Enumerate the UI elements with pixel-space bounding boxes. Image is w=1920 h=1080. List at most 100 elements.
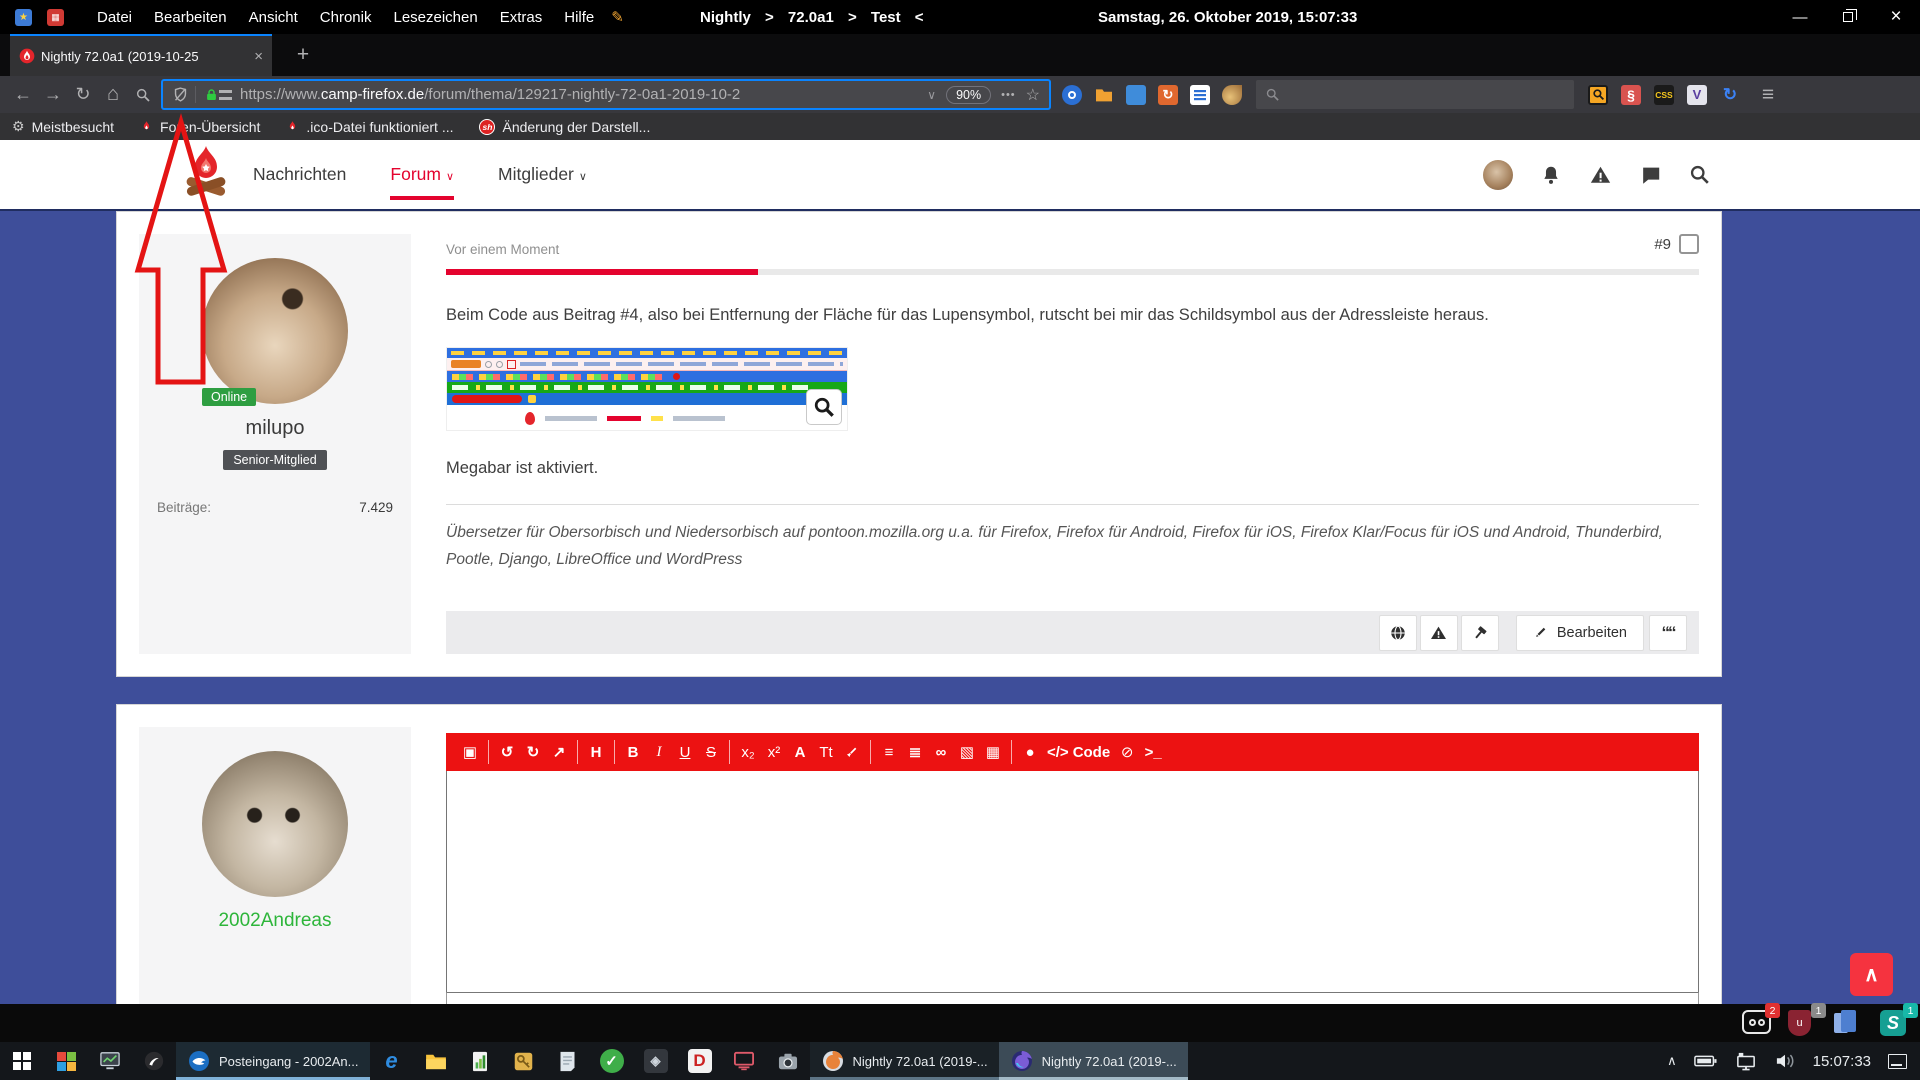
shield-tray-icon[interactable]: u 1 [1788, 1010, 1818, 1036]
minimize-button[interactable]: — [1776, 0, 1824, 34]
taskbar-firefox-window1[interactable]: Nightly 72.0a1 (2019-... [810, 1042, 999, 1080]
extension-files-icon[interactable] [1126, 85, 1146, 105]
share-globe-button[interactable] [1379, 615, 1417, 651]
editor-textcolor-icon[interactable]: A [788, 744, 812, 761]
editor-source-icon[interactable]: ▣ [458, 743, 482, 761]
app-grid-icon[interactable] [44, 1042, 88, 1080]
user-avatar[interactable] [1483, 160, 1513, 190]
addon-css-icon[interactable]: CSS [1654, 85, 1674, 105]
editor-underline-icon[interactable]: U [673, 744, 697, 761]
editor-code-glyph[interactable]: </> [1044, 744, 1069, 761]
menu-item[interactable]: Hilfe [553, 9, 605, 26]
bookmark-aenderung[interactable]: sh Änderung der Darstell... [479, 119, 650, 135]
clock[interactable]: 15:07:33 [1813, 1053, 1871, 1070]
notifications-bell-icon[interactable] [1540, 164, 1562, 186]
extension-sync-icon[interactable]: ↻ [1158, 85, 1178, 105]
post-timestamp[interactable]: Vor einem Moment [446, 234, 559, 257]
bookmark-foren-uebersicht[interactable]: Foren-Übersicht [140, 119, 260, 135]
editor-italic-icon[interactable]: I [647, 744, 671, 761]
back-button[interactable]: ← [8, 80, 38, 110]
tracking-protection-shield-icon[interactable] [172, 86, 189, 103]
search-field[interactable] [1256, 80, 1574, 109]
page-actions-icon[interactable]: ••• [1001, 89, 1016, 101]
forward-button[interactable]: → [38, 80, 68, 110]
containers-tray-icon[interactable]: 2 [1742, 1010, 1772, 1036]
editor-fontsize-icon[interactable]: Tt [814, 744, 838, 761]
nav-mitglieder[interactable]: Mitglieder∨ [498, 164, 587, 185]
zoom-level-indicator[interactable]: 90% [946, 86, 991, 104]
extension-folder-icon[interactable] [1094, 85, 1114, 105]
menu-item[interactable]: Lesezeichen [382, 9, 488, 26]
nav-nachrichten[interactable]: Nachrichten [253, 164, 346, 185]
tab-nightly[interactable]: Nightly 72.0a1 (2019-10-25 × [10, 34, 272, 76]
letter-d-app-icon[interactable]: D [678, 1042, 722, 1080]
pages-tray-icon[interactable] [1834, 1010, 1864, 1036]
editor-table-icon[interactable]: ▦ [981, 743, 1005, 761]
editor-heading-icon[interactable]: H [584, 744, 608, 761]
editor-undo-icon[interactable]: ↺ [495, 743, 519, 761]
addon-script-icon[interactable]: § [1621, 85, 1641, 105]
editor-strikethrough-icon[interactable]: S [699, 744, 723, 761]
volume-icon[interactable] [1774, 1052, 1796, 1070]
editor-comment-icon[interactable]: ● [1018, 744, 1042, 761]
network-icon[interactable] [1735, 1052, 1757, 1071]
quote-post-button[interactable]: ““ [1649, 615, 1687, 651]
editor-hide-icon[interactable]: ⊘ [1115, 743, 1139, 761]
s-app-tray-icon[interactable]: S 1 [1880, 1010, 1910, 1036]
author-name[interactable]: milupo [246, 417, 305, 440]
editor-redo-icon[interactable]: ↻ [521, 743, 545, 761]
dark-box-app-icon[interactable]: ◈ [634, 1042, 678, 1080]
bookmark-ico-datei[interactable]: .ico-Datei funktioniert ... [286, 119, 453, 135]
editor-brush-icon[interactable] [840, 744, 864, 761]
dark-circle-app-icon[interactable] [132, 1042, 176, 1080]
forum-search-icon[interactable] [1689, 164, 1710, 185]
nav-forum[interactable]: Forum∨ [390, 164, 454, 185]
post-attachment-thumbnail[interactable] [446, 347, 848, 431]
editor-align-icon[interactable]: ≣ [903, 743, 927, 761]
lock-icon[interactable] [204, 87, 219, 103]
red-monitor-app-icon[interactable] [722, 1042, 766, 1080]
post-number[interactable]: #9 [1654, 236, 1671, 253]
chart-doc-icon[interactable] [458, 1042, 502, 1080]
editor-bold-icon[interactable]: B [621, 744, 645, 761]
thumb-zoom-overlay[interactable] [806, 389, 842, 425]
menu-item[interactable]: Chronik [309, 9, 383, 26]
menu-item[interactable]: Datei [86, 9, 143, 26]
edit-post-button[interactable]: Bearbeiten [1516, 615, 1644, 651]
addon-v-icon[interactable]: V [1687, 85, 1707, 105]
post-select-checkbox[interactable] [1679, 234, 1699, 254]
bookmark-star-icon[interactable]: ☆ [1026, 85, 1040, 105]
taskbar-firefox-window2[interactable]: Nightly 72.0a1 (2019-... [999, 1042, 1188, 1080]
reload-button[interactable]: ↻ [68, 80, 98, 110]
editor-image-icon[interactable]: ▧ [955, 743, 979, 761]
restore-button[interactable] [1824, 0, 1872, 34]
tab-close-icon[interactable]: × [254, 48, 263, 65]
notes-app-icon[interactable] [546, 1042, 590, 1080]
search-shortcut-icon[interactable] [128, 80, 158, 110]
messages-chat-icon[interactable] [1639, 164, 1662, 186]
editor-list-icon[interactable]: ≡ [877, 744, 901, 761]
2002andreas-avatar[interactable] [202, 751, 348, 897]
file-explorer-icon[interactable] [414, 1042, 458, 1080]
editor-link-icon[interactable]: ∞ [929, 744, 953, 761]
key-app-icon[interactable] [502, 1042, 546, 1080]
editor-superscript-icon[interactable]: x² [762, 744, 786, 761]
edge-icon[interactable]: e [370, 1042, 414, 1080]
close-button[interactable]: × [1872, 0, 1920, 34]
sync-arrows-icon[interactable]: ↻ [1720, 85, 1740, 105]
extension-list-icon[interactable] [1190, 85, 1210, 105]
addon-magnifier-icon[interactable] [1588, 85, 1608, 105]
editor-subscript-icon[interactable]: x₂ [736, 744, 760, 761]
campfire-logo[interactable] [168, 144, 242, 206]
hamburger-menu-icon[interactable]: ≡ [1753, 80, 1783, 110]
menu-item[interactable]: Bearbeiten [143, 9, 238, 26]
start-button[interactable] [0, 1042, 44, 1080]
monitor-app-icon[interactable] [88, 1042, 132, 1080]
urlbar-dropdown-icon[interactable]: ∨ [927, 88, 936, 102]
extension-globe-icon[interactable] [1062, 85, 1082, 105]
green-check-icon[interactable]: ✓ [590, 1042, 634, 1080]
new-tab-button[interactable]: + [288, 34, 318, 76]
moderation-hammer-button[interactable] [1461, 615, 1499, 651]
bookmark-meistbesucht[interactable]: ⚙ Meistbesucht [12, 118, 114, 135]
editor-code-label[interactable]: Code [1071, 744, 1114, 761]
